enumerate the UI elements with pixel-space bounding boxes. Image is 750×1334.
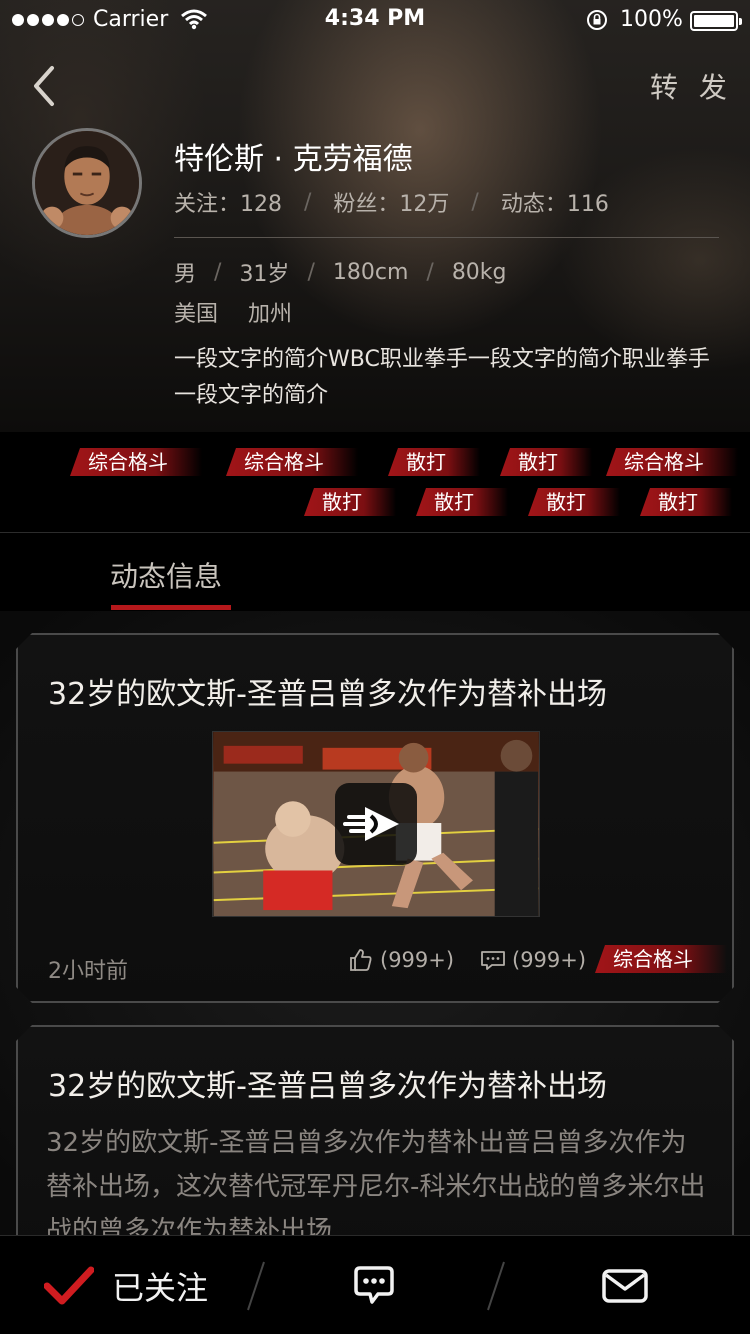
country: 美国 xyxy=(174,302,219,327)
card-tag[interactable]: 综合格斗 xyxy=(595,945,727,973)
play-icon xyxy=(335,783,417,865)
message-button[interactable] xyxy=(350,1262,398,1310)
fans-count[interactable]: 粉丝：12万 xyxy=(333,186,449,218)
like-button[interactable]: (999+) xyxy=(348,947,454,973)
video-thumbnail[interactable] xyxy=(212,731,540,917)
tag-item[interactable]: 散打 xyxy=(500,448,592,476)
profile-intro: 一段文字的简介WBC职业拳手一段文字的简介职业拳手一段文字的简介 xyxy=(174,347,710,408)
follow-count[interactable]: 关注：128 xyxy=(174,186,282,218)
info-separator: / xyxy=(307,259,315,285)
tag-item[interactable]: 综合格斗 xyxy=(70,448,202,476)
age: 31岁 xyxy=(239,262,290,287)
feed-card[interactable]: 32岁的欧文斯-圣普吕曾多次作为替补出场 32岁的欧文斯-圣普吕曾多次作为替补出… xyxy=(16,1025,734,1235)
post-time: 2小时前 xyxy=(48,959,128,984)
status-bar: Carrier 4:34 PM 100% xyxy=(0,0,750,40)
info-separator: / xyxy=(426,259,434,285)
tag-item[interactable]: 散打 xyxy=(416,488,508,516)
stats-separator: / xyxy=(304,189,312,215)
dynamic-feed[interactable]: 32岁的欧文斯-圣普吕曾多次作为替补出场 2小时前 (999+) (999+) … xyxy=(0,611,750,1235)
height: 180cm xyxy=(332,259,409,285)
comment-icon xyxy=(480,947,506,973)
card-title[interactable]: 32岁的欧文斯-圣普吕曾多次作为替补出场 xyxy=(48,1061,607,1105)
battery-icon xyxy=(690,11,742,31)
athlete-name: 特伦斯 · 克劳福德 xyxy=(174,142,413,177)
forward-button[interactable]: 转 发 xyxy=(650,66,733,106)
tab-active-indicator xyxy=(111,605,231,610)
gender: 男 xyxy=(174,262,197,287)
region: 加州 xyxy=(248,302,293,327)
profile-stats: 关注：128 / 粉丝：12万 / 动态：116 xyxy=(174,186,609,218)
location: 美国 加州 xyxy=(174,296,292,328)
profile-header: Carrier 4:34 PM 100% 转 发 特伦斯 · 克劳福德 关注：1… xyxy=(0,0,750,432)
bottom-action-bar: 已关注 xyxy=(0,1235,750,1334)
tab-dynamic-info[interactable]: 动态信息 xyxy=(110,555,222,595)
info-separator: / xyxy=(214,259,222,285)
like-count: (999+) xyxy=(380,948,455,972)
mail-button[interactable] xyxy=(600,1262,650,1310)
checkmark-icon xyxy=(44,1266,94,1305)
tag-item[interactable]: 散打 xyxy=(388,448,480,476)
envelope-icon xyxy=(602,1269,648,1303)
profile-divider xyxy=(174,237,719,238)
tag-item[interactable]: 综合格斗 xyxy=(606,448,738,476)
feed-card[interactable]: 32岁的欧文斯-圣普吕曾多次作为替补出场 2小时前 (999+) (999+) … xyxy=(16,633,734,1003)
card-title[interactable]: 32岁的欧文斯-圣普吕曾多次作为替补出场 xyxy=(48,669,607,713)
weight: 80kg xyxy=(451,259,507,285)
follow-label: 已关注 xyxy=(112,1269,209,1307)
card-body-text: 32岁的欧文斯-圣普吕曾多次作为替补出普吕曾多次作为替补出场，这次替代冠军丹尼尔… xyxy=(46,1128,706,1235)
bar-separator xyxy=(487,1261,505,1311)
tag-list: 综合格斗 综合格斗 散打 散打 综合格斗 散打 散打 散打 散打 xyxy=(0,432,750,532)
thumbs-up-icon xyxy=(348,947,374,973)
tag-item[interactable]: 散打 xyxy=(640,488,732,516)
avatar[interactable] xyxy=(32,128,142,238)
bar-separator xyxy=(247,1261,265,1311)
posts-count[interactable]: 动态：116 xyxy=(501,186,609,218)
tag-item[interactable]: 散打 xyxy=(304,488,396,516)
battery-percentage: 100% xyxy=(620,7,683,32)
comment-button[interactable]: (999+) xyxy=(480,947,586,973)
follow-button[interactable]: 已关注 xyxy=(44,1262,208,1310)
tag-item[interactable]: 综合格斗 xyxy=(226,448,358,476)
tab-bar: 动态信息 xyxy=(0,533,750,611)
rotation-lock-icon xyxy=(587,10,607,30)
comment-count: (999+) xyxy=(512,948,587,972)
tag-item[interactable]: 散打 xyxy=(528,488,620,516)
back-button[interactable] xyxy=(26,62,62,110)
physical-info: 男 / 31岁 / 180cm / 80kg xyxy=(174,256,507,288)
stats-separator: / xyxy=(471,189,479,215)
play-button[interactable] xyxy=(335,783,417,865)
chat-bubble-icon xyxy=(354,1266,394,1304)
